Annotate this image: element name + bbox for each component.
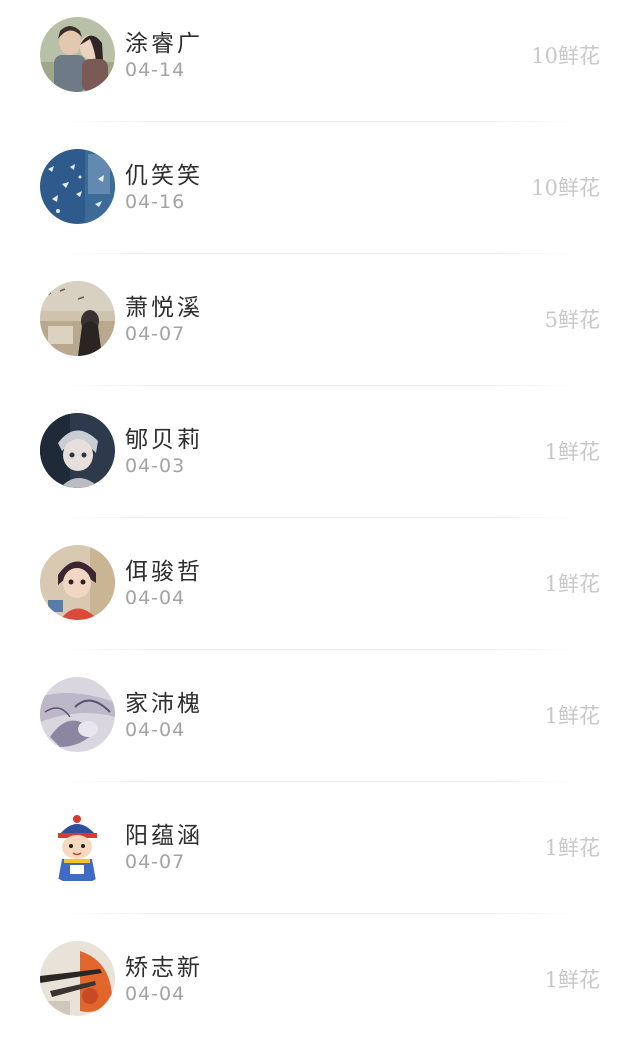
list-item[interactable]: 涂睿广 04-14 10鲜花 <box>0 0 640 122</box>
user-name: 涂睿广 <box>125 31 203 57</box>
list-item[interactable]: 仉笑笑 04-16 10鲜花 <box>0 122 640 254</box>
flower-count: 10鲜花 <box>531 176 600 200</box>
couple-photo-avatar <box>40 17 115 92</box>
user-name: 郇贝莉 <box>125 427 203 453</box>
blue-sky-avatar <box>40 149 115 224</box>
gift-date: 04-16 <box>125 191 186 213</box>
flower-count: 1鲜花 <box>544 440 600 464</box>
list-item[interactable]: 佴骏哲 04-04 1鲜花 <box>0 518 640 650</box>
list-item[interactable]: 郇贝莉 04-03 1鲜花 <box>0 386 640 518</box>
list-item[interactable]: 阳蕴涵 04-07 1鲜花 <box>0 782 640 914</box>
gift-date: 04-07 <box>125 851 186 873</box>
avatar[interactable] <box>40 809 115 884</box>
avatar[interactable] <box>40 17 115 92</box>
flower-count: 5鲜花 <box>544 308 600 332</box>
user-name: 阳蕴涵 <box>125 823 203 849</box>
list-item[interactable]: 家沛槐 04-04 1鲜花 <box>0 650 640 782</box>
flower-count: 1鲜花 <box>544 704 600 728</box>
list-item[interactable]: 萧悦溪 04-07 5鲜花 <box>0 254 640 386</box>
user-name: 萧悦溪 <box>125 295 203 321</box>
gift-date: 04-03 <box>125 455 186 477</box>
flower-count: 10鲜花 <box>531 44 600 68</box>
anime-boy-avatar <box>40 413 115 488</box>
avatar[interactable] <box>40 677 115 752</box>
avatar[interactable] <box>40 149 115 224</box>
girl-scenery-avatar <box>40 281 115 356</box>
flower-count: 1鲜花 <box>544 836 600 860</box>
sketch-avatar <box>40 677 115 752</box>
gift-date: 04-04 <box>125 587 186 609</box>
flower-count: 1鲜花 <box>544 968 600 992</box>
child-photo-avatar <box>40 545 115 620</box>
user-name: 仉笑笑 <box>125 163 203 189</box>
gift-date: 04-04 <box>125 719 186 741</box>
user-name: 矫志新 <box>125 955 203 981</box>
user-name: 家沛槐 <box>125 691 203 717</box>
flower-ranking-list: 涂睿广 04-14 10鲜花 仉笑笑 04-16 10鲜花 萧悦溪 04-07 … <box>0 0 640 1037</box>
list-item[interactable]: 矫志新 04-04 1鲜花 <box>0 914 640 1046</box>
gift-date: 04-04 <box>125 983 186 1005</box>
flower-count: 1鲜花 <box>544 572 600 596</box>
gift-date: 04-14 <box>125 59 186 81</box>
user-name: 佴骏哲 <box>125 559 203 585</box>
avatar[interactable] <box>40 941 115 1016</box>
avatar[interactable] <box>40 545 115 620</box>
avatar[interactable] <box>40 413 115 488</box>
cartoon-boy-avatar <box>40 809 115 884</box>
gift-date: 04-07 <box>125 323 186 345</box>
orange-photo-avatar <box>40 941 115 1016</box>
avatar[interactable] <box>40 281 115 356</box>
